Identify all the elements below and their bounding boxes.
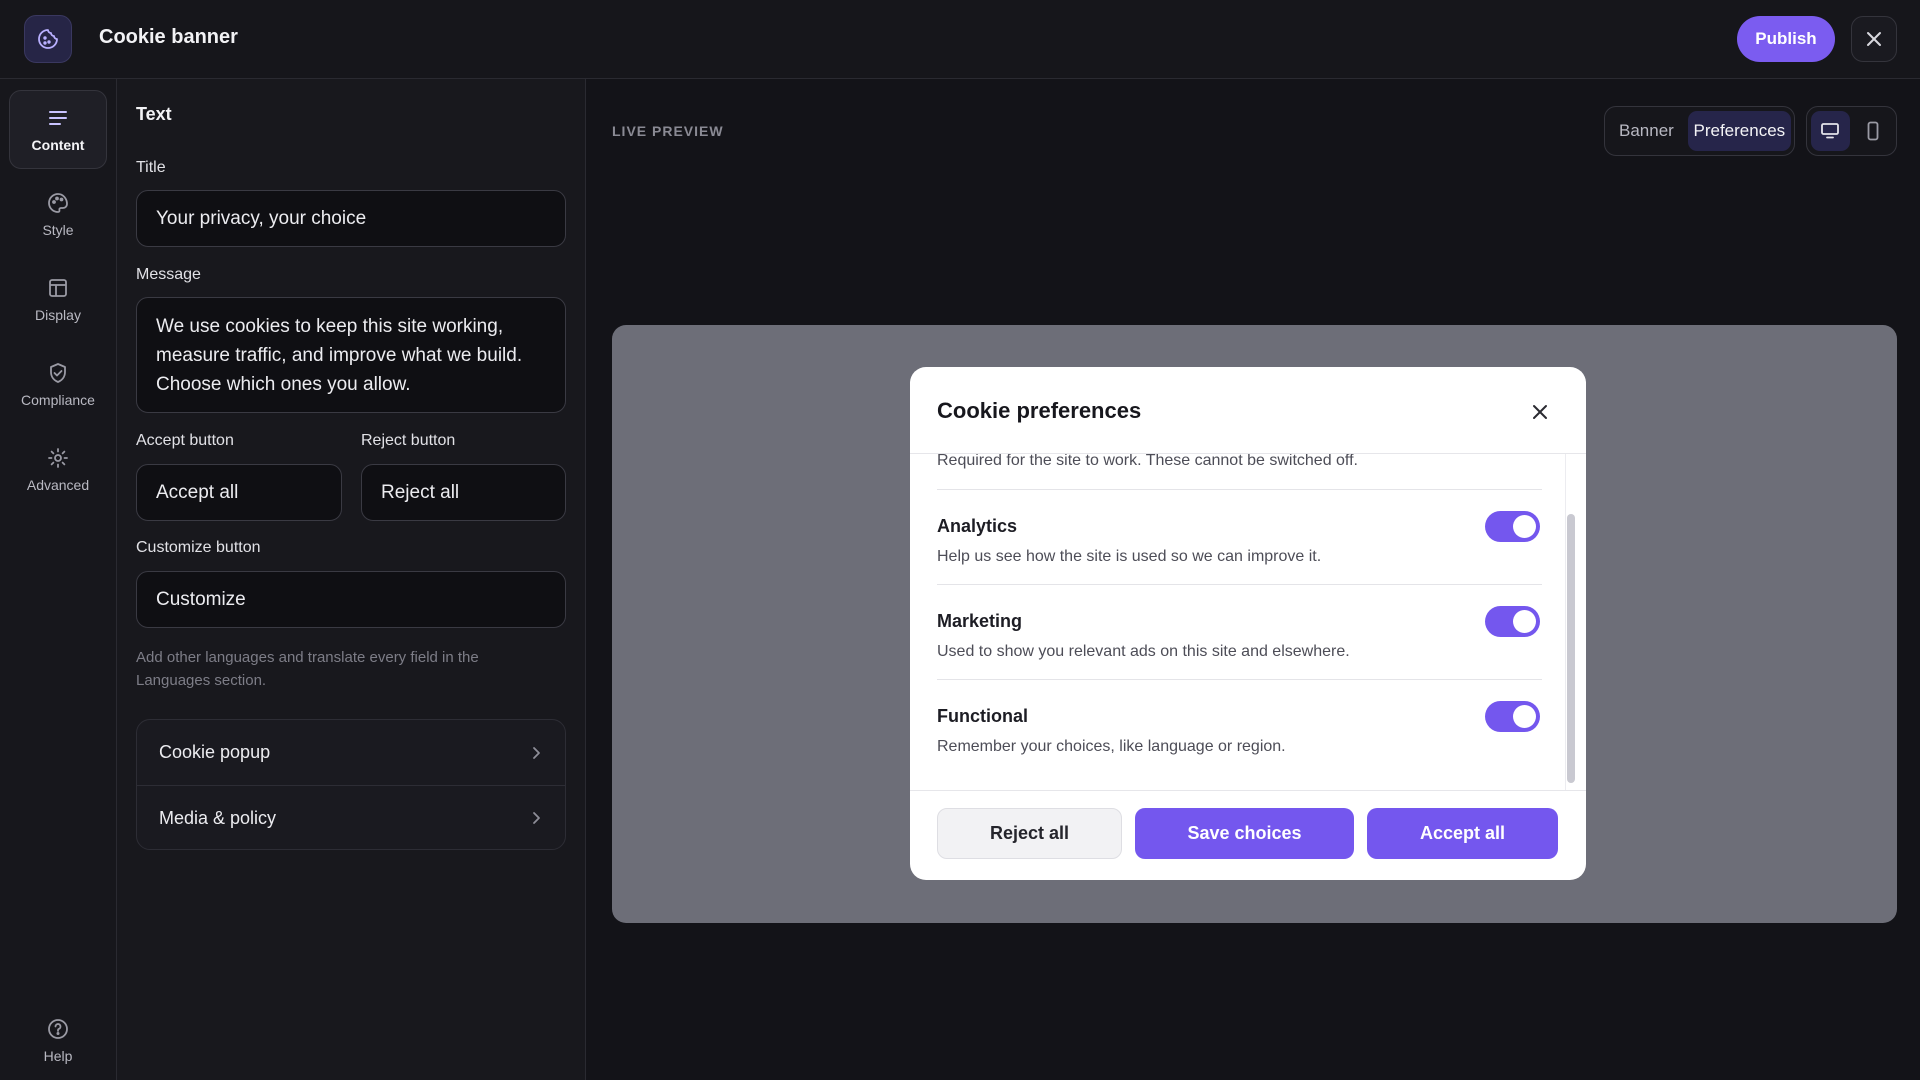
customize-button-label: Customize button — [136, 539, 261, 556]
rail-item-label: Help — [43, 1048, 73, 1064]
languages-hint: Add other languages and translate every … — [136, 649, 479, 689]
close-icon — [1533, 405, 1547, 419]
top-bar: Cookie banner Publish — [0, 0, 1920, 79]
rail-item-compliance[interactable]: Compliance — [9, 345, 107, 424]
modal-title: Cookie preferences — [937, 398, 1142, 423]
close-icon — [1867, 32, 1881, 46]
modal-scroll-area[interactable]: Required for the site to work. These can… — [910, 454, 1586, 790]
device-toggle — [1806, 106, 1897, 156]
divider — [937, 584, 1542, 585]
title-field[interactable]: Your privacy, your choice — [136, 190, 566, 247]
content-panel: Text Title Your privacy, your choice Mes… — [117, 79, 586, 1080]
publish-button[interactable]: Publish — [1737, 16, 1835, 62]
category-desc-functional: Remember your choices, like language or … — [937, 738, 1286, 755]
toggle-knob — [1513, 705, 1536, 728]
customize-button-field[interactable]: Customize — [136, 571, 566, 628]
layout-icon — [49, 278, 67, 297]
device-desktop-button[interactable] — [1811, 111, 1850, 151]
title-label: Title — [136, 159, 166, 176]
nav-item-label: Media & policy — [159, 807, 277, 828]
reject-button-field[interactable]: Reject all — [361, 464, 566, 521]
section-title: Text — [136, 104, 172, 124]
lines-icon — [49, 110, 67, 125]
accept-button-label: Accept button — [136, 432, 234, 449]
divider — [910, 790, 1586, 791]
chevron-right-icon — [533, 812, 540, 824]
category-desc-necessary: Required for the site to work. These can… — [937, 454, 1358, 469]
divider — [937, 489, 1542, 490]
rail-item-label: Content — [31, 136, 85, 153]
left-rail: Content Style Display Compliance Advance… — [0, 79, 117, 1080]
message-field[interactable]: We use cookies to keep this site working… — [136, 297, 566, 413]
tab-preferences[interactable]: Preferences — [1687, 111, 1791, 151]
rail-item-label: Advanced — [26, 476, 90, 493]
rail-item-display[interactable]: Display — [9, 260, 107, 339]
category-title-marketing: Marketing — [937, 611, 1023, 631]
reject-button-label: Reject button — [361, 432, 456, 449]
close-editor-button[interactable] — [1851, 16, 1897, 62]
nav-item-label: Cookie popup — [159, 742, 271, 762]
accept-all-button[interactable]: Accept all — [1367, 808, 1558, 859]
cookie-logo-icon[interactable] — [24, 15, 72, 63]
analytics-toggle[interactable] — [1485, 511, 1540, 542]
mode-toggle: Banner Preferences — [1604, 106, 1795, 156]
toggle-knob — [1513, 610, 1536, 633]
chevron-right-icon — [533, 746, 540, 759]
modal-close-button[interactable] — [1528, 400, 1552, 424]
desktop-icon — [1821, 123, 1840, 139]
scroll-track — [1565, 454, 1566, 790]
category-desc-marketing: Used to show you relevant ads on this si… — [937, 643, 1350, 660]
gear-icon — [48, 447, 68, 468]
help-icon — [48, 1019, 68, 1039]
functional-toggle[interactable] — [1485, 701, 1540, 732]
page-title: Cookie banner — [99, 26, 238, 48]
live-preview-label: LIVE PREVIEW — [612, 123, 724, 139]
category-title-analytics: Analytics — [937, 516, 1018, 536]
rail-item-help[interactable]: Help — [9, 1011, 107, 1071]
scrollbar[interactable] — [1567, 514, 1575, 783]
nav-item-media-policy[interactable]: Media & policy — [137, 785, 565, 849]
message-label: Message — [136, 266, 201, 283]
nav-card: Cookie popup Media & policy — [136, 719, 566, 850]
rail-item-advanced[interactable]: Advanced — [9, 430, 107, 509]
shield-check-icon — [50, 362, 66, 383]
tab-banner[interactable]: Banner — [1609, 111, 1684, 151]
palette-icon — [48, 192, 68, 213]
category-desc-analytics: Help us see how the site is used so we c… — [937, 548, 1322, 565]
nav-item-cookie-popup[interactable]: Cookie popup — [137, 720, 565, 785]
category-title-functional: Functional — [937, 706, 1028, 726]
rail-item-label: Display — [35, 306, 81, 323]
divider — [937, 679, 1542, 680]
toggle-knob — [1513, 515, 1536, 538]
cookie-preferences-modal: Cookie preferences Required for the site… — [910, 367, 1586, 880]
rail-item-label: Compliance — [21, 391, 95, 408]
rail-item-content[interactable]: Content — [9, 90, 107, 169]
rail-item-style[interactable]: Style — [9, 175, 107, 254]
device-mobile-button[interactable] — [1854, 111, 1893, 151]
save-choices-button[interactable]: Save choices — [1135, 808, 1354, 859]
accept-button-field[interactable]: Accept all — [136, 464, 342, 521]
rail-item-label: Style — [42, 221, 74, 238]
mobile-icon — [1867, 121, 1879, 141]
reject-all-button[interactable]: Reject all — [937, 808, 1122, 859]
marketing-toggle[interactable] — [1485, 606, 1540, 637]
